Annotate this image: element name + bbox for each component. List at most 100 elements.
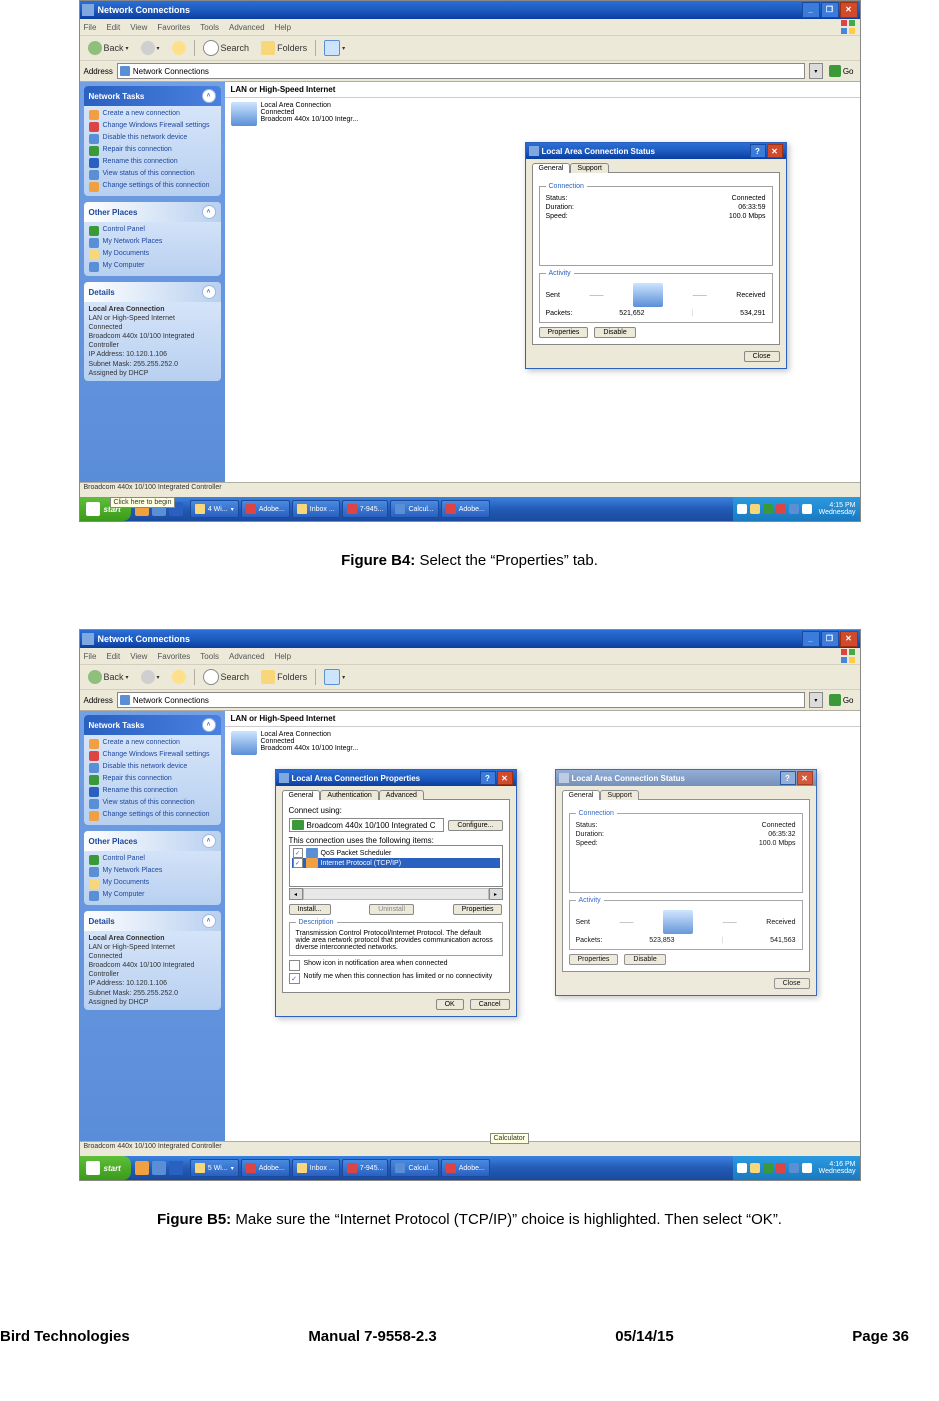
- help-button[interactable]: ?: [480, 771, 496, 785]
- connection-item[interactable]: Local Area Connection Connected Broadcom…: [225, 98, 860, 130]
- task-new-connection[interactable]: Create a new connection: [89, 738, 216, 750]
- details-header[interactable]: Details˄: [84, 911, 221, 931]
- details-header[interactable]: Details˄: [84, 282, 221, 302]
- scroll-right-icon[interactable]: ▸: [489, 888, 503, 900]
- menu-view[interactable]: View: [130, 23, 147, 32]
- ql-icon[interactable]: [152, 1161, 166, 1175]
- tab-support[interactable]: Support: [600, 790, 639, 800]
- network-tasks-header[interactable]: Network Tasks˄: [84, 715, 221, 735]
- tray-icon[interactable]: [802, 1163, 812, 1173]
- maximize-button[interactable]: ❐: [821, 2, 839, 18]
- menu-file[interactable]: File: [84, 23, 97, 32]
- close-button[interactable]: ✕: [840, 631, 858, 647]
- tray-icon[interactable]: [789, 1163, 799, 1173]
- task-firewall[interactable]: Change Windows Firewall settings: [89, 750, 216, 762]
- tray-icon[interactable]: [737, 504, 747, 514]
- properties-button[interactable]: Properties: [539, 327, 589, 338]
- properties-button[interactable]: Properties: [569, 954, 619, 965]
- task-view-status[interactable]: View status of this connection: [89, 169, 216, 181]
- tray-icon[interactable]: [776, 1163, 786, 1173]
- cancel-button[interactable]: Cancel: [470, 999, 510, 1010]
- place-my-documents[interactable]: My Documents: [89, 249, 216, 261]
- dialog-close-button[interactable]: ✕: [767, 144, 783, 158]
- close-button-dlg[interactable]: Close: [744, 351, 780, 362]
- close-button[interactable]: ✕: [840, 2, 858, 18]
- place-network-places[interactable]: My Network Places: [89, 866, 216, 878]
- tray-icon[interactable]: [789, 504, 799, 514]
- go-button[interactable]: Go: [827, 65, 856, 77]
- tray-icon[interactable]: [802, 504, 812, 514]
- task-view-status[interactable]: View status of this connection: [89, 798, 216, 810]
- tab-general[interactable]: General: [532, 163, 571, 173]
- place-my-computer[interactable]: My Computer: [89, 261, 216, 273]
- notify-checkbox[interactable]: ✓Notify me when this connection has limi…: [289, 973, 503, 984]
- dialog-close-button[interactable]: ✕: [797, 771, 813, 785]
- menu-advanced[interactable]: Advanced: [229, 652, 265, 661]
- place-my-computer[interactable]: My Computer: [89, 890, 216, 902]
- install-button[interactable]: Install...: [289, 904, 331, 915]
- menu-favorites[interactable]: Favorites: [157, 23, 190, 32]
- list-item-tcpip[interactable]: ✓Internet Protocol (TCP/IP): [292, 858, 500, 868]
- ql-icon[interactable]: [169, 1161, 183, 1175]
- minimize-button[interactable]: _: [802, 2, 820, 18]
- taskbar-item[interactable]: 5 Wi...▾: [190, 1159, 239, 1177]
- tray-icon[interactable]: [763, 504, 773, 514]
- menu-favorites[interactable]: Favorites: [157, 652, 190, 661]
- menu-tools[interactable]: Tools: [200, 23, 219, 32]
- up-button[interactable]: [168, 40, 190, 56]
- views-button[interactable]: ▾: [320, 39, 349, 57]
- up-button[interactable]: [168, 669, 190, 685]
- close-button-dlg[interactable]: Close: [774, 978, 810, 989]
- start-button[interactable]: start: [80, 1156, 131, 1180]
- menu-view[interactable]: View: [130, 652, 147, 661]
- menu-help[interactable]: Help: [275, 23, 291, 32]
- ql-icon[interactable]: [135, 1161, 149, 1175]
- menu-edit[interactable]: Edit: [106, 652, 120, 661]
- components-list[interactable]: ✓QoS Packet Scheduler ✓Internet Protocol…: [289, 845, 503, 887]
- place-control-panel[interactable]: Control Panel: [89, 225, 216, 237]
- task-rename[interactable]: Rename this connection: [89, 157, 216, 169]
- task-disable[interactable]: Disable this network device: [89, 762, 216, 774]
- tab-authentication[interactable]: Authentication: [320, 790, 378, 800]
- task-new-connection[interactable]: Create a new connection: [89, 109, 216, 121]
- taskbar-item[interactable]: 7-945...: [342, 500, 389, 518]
- tray-icon[interactable]: [750, 504, 760, 514]
- show-icon-checkbox[interactable]: Show icon in notification area when conn…: [289, 960, 503, 971]
- task-disable[interactable]: Disable this network device: [89, 133, 216, 145]
- tray-icon[interactable]: [763, 1163, 773, 1173]
- tab-general[interactable]: General: [562, 790, 601, 800]
- back-button[interactable]: Back▾: [84, 669, 133, 685]
- other-places-header[interactable]: Other Places˄: [84, 202, 221, 222]
- back-button[interactable]: Back▾: [84, 40, 133, 56]
- menu-file[interactable]: File: [84, 652, 97, 661]
- taskbar-item[interactable]: Inbox ...: [292, 500, 340, 518]
- taskbar-item[interactable]: Adobe...: [241, 500, 290, 518]
- scroll-left-icon[interactable]: ◂: [289, 888, 303, 900]
- place-my-documents[interactable]: My Documents: [89, 878, 216, 890]
- task-change-settings[interactable]: Change settings of this connection: [89, 810, 216, 822]
- taskbar-item[interactable]: Adobe...: [441, 1159, 490, 1177]
- address-dropdown[interactable]: ▾: [809, 63, 823, 79]
- taskbar-item[interactable]: Inbox ...: [292, 1159, 340, 1177]
- folders-button[interactable]: Folders: [257, 669, 311, 685]
- menu-advanced[interactable]: Advanced: [229, 23, 265, 32]
- help-button[interactable]: ?: [780, 771, 796, 785]
- ok-button[interactable]: OK: [436, 999, 464, 1010]
- other-places-header[interactable]: Other Places˄: [84, 831, 221, 851]
- configure-button[interactable]: Configure...: [448, 820, 502, 831]
- menu-tools[interactable]: Tools: [200, 652, 219, 661]
- task-firewall[interactable]: Change Windows Firewall settings: [89, 121, 216, 133]
- tab-general[interactable]: General: [282, 790, 321, 800]
- place-network-places[interactable]: My Network Places: [89, 237, 216, 249]
- menu-edit[interactable]: Edit: [106, 23, 120, 32]
- views-button[interactable]: ▾: [320, 668, 349, 686]
- disable-button[interactable]: Disable: [624, 954, 665, 965]
- address-input[interactable]: Network Connections: [117, 692, 805, 708]
- list-scrollbar[interactable]: ◂ ▸: [289, 888, 503, 900]
- forward-button[interactable]: ▾: [137, 669, 164, 685]
- folders-button[interactable]: Folders: [257, 40, 311, 56]
- tray-icon[interactable]: [776, 504, 786, 514]
- taskbar-item[interactable]: Adobe...: [241, 1159, 290, 1177]
- help-button[interactable]: ?: [750, 144, 766, 158]
- component-properties-button[interactable]: Properties: [453, 904, 503, 915]
